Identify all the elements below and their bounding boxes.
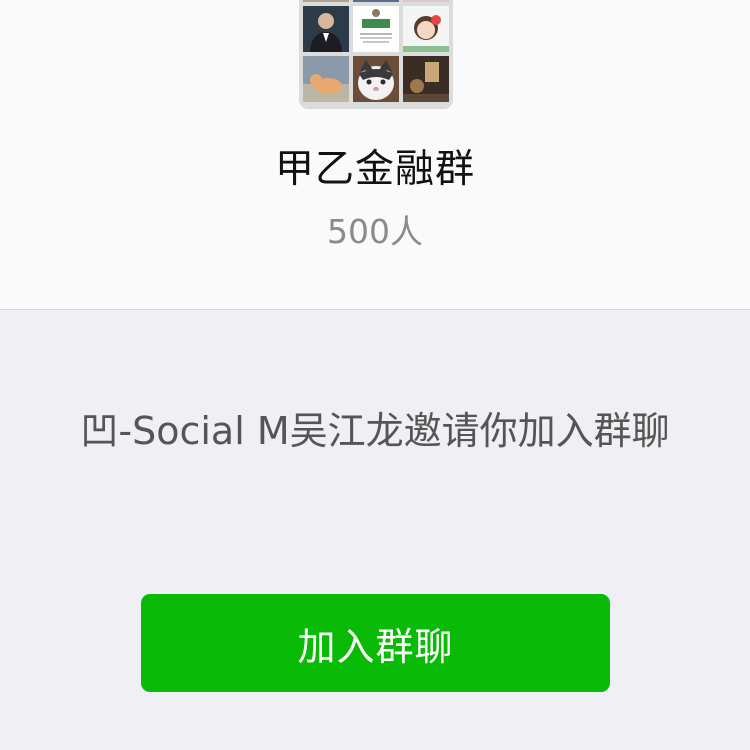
join-group-screen: 甲乙金融群 500人 凹-Social M吴江龙邀请你加入群聊 加入群聊	[0, 0, 750, 750]
invitation-section: 凹-Social M吴江龙邀请你加入群聊 加入群聊	[0, 310, 750, 750]
cat-photo-avatar	[303, 56, 349, 102]
join-group-button[interactable]: 加入群聊	[141, 594, 610, 692]
group-avatar-grid	[299, 0, 453, 109]
room-photo-avatar	[403, 56, 449, 102]
member-avatar-2	[353, 0, 399, 2]
man-in-suit-avatar	[303, 6, 349, 52]
member-avatar-3	[403, 0, 449, 2]
group-name: 甲乙金融群	[274, 147, 475, 192]
cartoon-girl-avatar	[403, 6, 449, 52]
invitation-message: 凹-Social M吴江龙邀请你加入群聊	[80, 409, 670, 453]
member-count: 500人	[327, 212, 423, 251]
promo-card-avatar	[353, 6, 399, 52]
group-info-section: 甲乙金融群 500人	[0, 0, 750, 309]
cat-face-avatar	[353, 56, 399, 102]
member-avatar-1	[303, 0, 349, 2]
